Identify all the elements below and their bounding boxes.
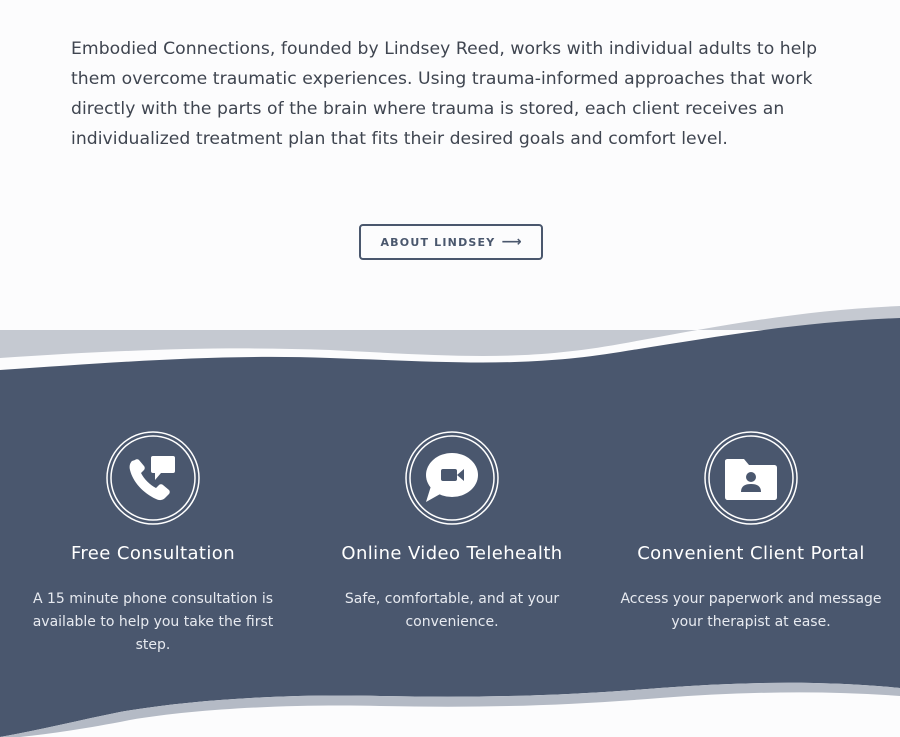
about-lindsey-button[interactable]: ABOUT LINDSEY ⟶ xyxy=(359,224,543,260)
feature-title: Free Consultation xyxy=(70,543,236,564)
folder-user-icon xyxy=(703,430,799,526)
feature-title: Online Video Telehealth xyxy=(341,543,563,564)
feature-free-consultation: Free Consultation A 15 minute phone cons… xyxy=(3,430,303,657)
feature-description: Access your paperwork and message your t… xyxy=(620,591,882,630)
about-lindsey-label: ABOUT LINDSEY xyxy=(380,235,496,249)
feature-convenient-client-portal: Convenient Client Portal Access your pap… xyxy=(601,430,900,634)
feature-online-video-telehealth: Online Video Telehealth Safe, comfortabl… xyxy=(302,430,602,634)
phone-chat-icon xyxy=(105,430,201,526)
arrow-right-icon: ⟶ xyxy=(501,234,522,250)
intro-paragraph: Embodied Connections, founded by Lindsey… xyxy=(71,39,818,149)
feature-description: A 15 minute phone consultation is availa… xyxy=(32,591,274,653)
intro-section: Embodied Connections, founded by Lindsey… xyxy=(71,34,851,154)
feature-description: Safe, comfortable, and at your convenien… xyxy=(344,591,560,630)
video-chat-icon xyxy=(404,430,500,526)
feature-title: Convenient Client Portal xyxy=(637,543,865,564)
page: Embodied Connections, founded by Lindsey… xyxy=(0,0,900,737)
